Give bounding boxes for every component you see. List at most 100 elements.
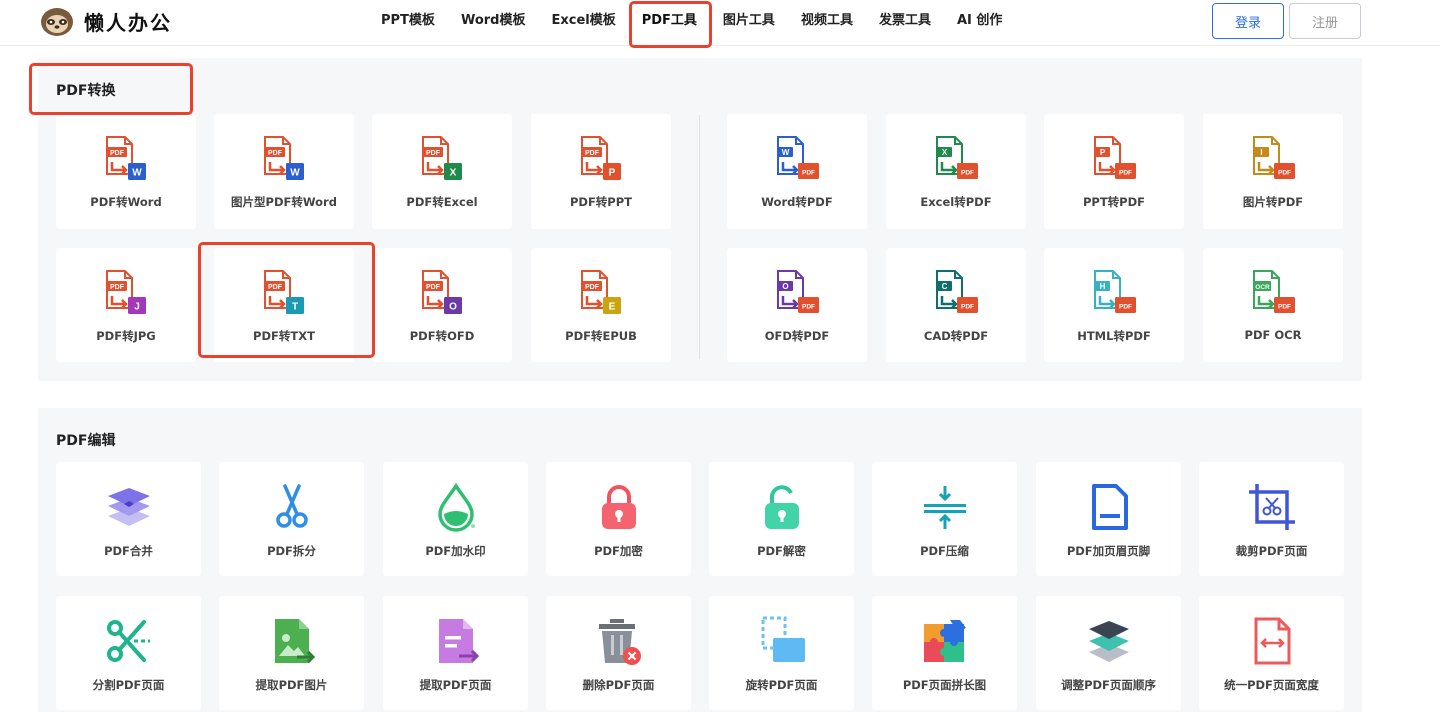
logo-text: 懒人办公 xyxy=(84,10,172,35)
svg-text:PDF: PDF xyxy=(961,304,974,311)
tool-label: 调整PDF页面顺序 xyxy=(1061,678,1156,692)
tool-card-1[interactable]: PDF W 图片型PDF转Word xyxy=(214,114,354,229)
section-title-convert: PDF转换 xyxy=(56,83,116,99)
svg-text:H: H xyxy=(1100,282,1106,291)
svg-text:W: W xyxy=(782,148,790,157)
tool-card-14[interactable]: H PDF HTML转PDF xyxy=(1044,248,1184,362)
tool-label: 统一PDF页面宽度 xyxy=(1224,678,1319,692)
svg-text:W: W xyxy=(132,168,142,179)
edit-card-5[interactable]: PDF压缩 xyxy=(872,462,1017,576)
svg-text:J: J xyxy=(134,302,140,313)
register-button[interactable]: 注册 xyxy=(1289,3,1361,39)
edit-card-10[interactable]: 提取PDF页面 xyxy=(383,596,528,710)
o-to-pdf-icon: O PDF xyxy=(772,268,822,318)
svg-text:PDF: PDF xyxy=(961,170,974,177)
tool-label: 旋转PDF页面 xyxy=(745,678,818,692)
svg-text:O: O xyxy=(782,282,788,291)
scissors-icon xyxy=(267,482,317,532)
tool-card-0[interactable]: PDF W PDF转Word xyxy=(56,114,196,229)
edit-card-8[interactable]: 分割PDF页面 xyxy=(56,596,201,710)
i-to-pdf-icon: I PDF xyxy=(1248,134,1298,184)
svg-text:PDF: PDF xyxy=(1278,304,1291,311)
ocr-to-pdf-icon: OCR PDF xyxy=(1248,268,1298,318)
tool-label: PDF转Word xyxy=(90,195,162,209)
extract-page-icon xyxy=(431,616,481,666)
tool-label: PDF OCR xyxy=(1244,328,1302,342)
nav-image-tools[interactable]: 图片工具 xyxy=(710,0,788,44)
tool-label: PDF转TXT xyxy=(253,329,315,343)
pdf-to-w-icon: PDF W xyxy=(259,134,309,184)
tool-card-4[interactable]: PDF J PDF转JPG xyxy=(56,248,196,362)
edit-card-9[interactable]: 提取PDF图片 xyxy=(219,596,364,710)
tool-label: 裁剪PDF页面 xyxy=(1235,544,1308,558)
tool-card-2[interactable]: PDF X PDF转Excel xyxy=(372,114,512,229)
login-button[interactable]: 登录 xyxy=(1212,3,1284,39)
nav-ai-create[interactable]: AI 创作 xyxy=(944,0,1015,44)
edit-card-14[interactable]: 调整PDF页面顺序 xyxy=(1036,596,1181,710)
tool-label: 图片型PDF转Word xyxy=(231,195,337,209)
svg-text:PDF: PDF xyxy=(1119,304,1132,311)
tool-card-11[interactable]: I PDF 图片转PDF xyxy=(1203,114,1343,229)
svg-text:P: P xyxy=(1100,148,1106,157)
nav-pdf-tools[interactable]: PDF工具 xyxy=(629,0,710,44)
svg-text:PDF: PDF xyxy=(802,170,815,177)
edit-card-13[interactable]: PDF页面拼长图 xyxy=(872,596,1017,710)
tool-card-7[interactable]: PDF E PDF转EPUB xyxy=(531,248,671,362)
edit-card-15[interactable]: 统一PDF页面宽度 xyxy=(1199,596,1344,710)
svg-text:PDF: PDF xyxy=(585,150,600,157)
tool-card-12[interactable]: O PDF OFD转PDF xyxy=(727,248,867,362)
pdf-to-w-icon: PDF W xyxy=(101,134,151,184)
tool-card-10[interactable]: P PDF PPT转PDF xyxy=(1044,114,1184,229)
pdf-to-j-icon: PDF J xyxy=(101,268,151,318)
tool-card-3[interactable]: PDF P PDF转PPT xyxy=(531,114,671,229)
edit-card-3[interactable]: PDF加密 xyxy=(546,462,691,576)
nav-excel-templates[interactable]: Excel模板 xyxy=(538,0,628,44)
tool-label: PDF解密 xyxy=(757,544,806,558)
edit-card-0[interactable]: PDF合并 xyxy=(56,462,201,576)
pdf-edit-panel: PDF编辑 PDF合并 PDF拆分 PDF加水印 PDF加密 PDF解密 PDF压缩 PDF… xyxy=(38,408,1362,712)
svg-text:X: X xyxy=(450,168,457,179)
nav-ppt-templates[interactable]: PPT模板 xyxy=(368,0,448,44)
nav-word-templates[interactable]: Word模板 xyxy=(448,0,539,44)
pdf-to-x-icon: PDF X xyxy=(417,134,467,184)
pdf-convert-panel: PDF转换 PDF W PDF转Word PDF W 图片型PDF转Word P… xyxy=(38,58,1362,381)
svg-text:PDF: PDF xyxy=(802,304,815,311)
site-logo[interactable]: 懒人办公 xyxy=(38,4,172,38)
edit-card-2[interactable]: PDF加水印 xyxy=(383,462,528,576)
tool-label: OFD转PDF xyxy=(764,329,830,343)
tool-label: 提取PDF图片 xyxy=(255,678,328,692)
nav-invoice-tools[interactable]: 发票工具 xyxy=(866,0,944,44)
svg-text:X: X xyxy=(942,148,948,157)
h-to-pdf-icon: H PDF xyxy=(1089,268,1139,318)
reorder-layers-icon xyxy=(1084,616,1134,666)
edit-card-6[interactable]: PDF加页眉页脚 xyxy=(1036,462,1181,576)
lock-icon xyxy=(594,482,644,532)
tool-card-13[interactable]: C PDF CAD转PDF xyxy=(886,248,1026,362)
tool-label: Excel转PDF xyxy=(920,195,992,209)
edit-card-7[interactable]: 裁剪PDF页面 xyxy=(1199,462,1344,576)
c-to-pdf-icon: C PDF xyxy=(931,268,981,318)
pdf-to-p-icon: PDF P xyxy=(576,134,626,184)
edit-card-12[interactable]: 旋转PDF页面 xyxy=(709,596,854,710)
svg-text:PDF: PDF xyxy=(1278,170,1291,177)
tool-card-6[interactable]: PDF O PDF转OFD xyxy=(372,248,512,362)
nav-video-tools[interactable]: 视频工具 xyxy=(788,0,866,44)
edit-card-11[interactable]: 删除PDF页面 xyxy=(546,596,691,710)
tool-label: 图片转PDF xyxy=(1242,195,1304,209)
svg-text:E: E xyxy=(609,302,616,313)
edit-card-4[interactable]: PDF解密 xyxy=(709,462,854,576)
unlock-icon xyxy=(757,482,807,532)
tool-card-8[interactable]: W PDF Word转PDF xyxy=(727,114,867,229)
tool-label: PDF加密 xyxy=(594,544,643,558)
edit-card-1[interactable]: PDF拆分 xyxy=(219,462,364,576)
pdf-to-e-icon: PDF E xyxy=(576,268,626,318)
tool-label: PDF转PPT xyxy=(569,195,633,209)
tool-label: PDF合并 xyxy=(104,544,153,558)
tool-card-9[interactable]: X PDF Excel转PDF xyxy=(886,114,1026,229)
svg-text:PDF: PDF xyxy=(110,284,125,291)
tool-label: PDF页面拼长图 xyxy=(902,678,987,692)
tool-card-5[interactable]: PDF T PDF转TXT xyxy=(214,248,354,362)
svg-text:PDF: PDF xyxy=(585,284,600,291)
water-drop-icon xyxy=(431,482,481,532)
tool-card-15[interactable]: OCR PDF PDF OCR xyxy=(1203,248,1343,362)
